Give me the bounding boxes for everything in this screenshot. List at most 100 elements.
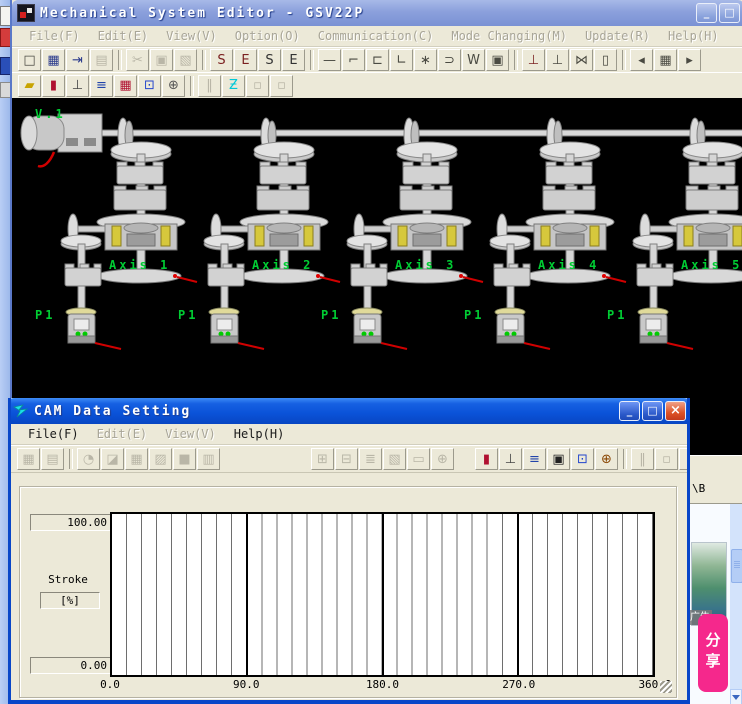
grid-view-button[interactable]: ▦ — [654, 49, 677, 71]
unit-icon: ‖ — [639, 453, 646, 466]
menu-item-option[interactable]: Option(O) — [226, 28, 309, 44]
toolbar-separator — [623, 449, 627, 469]
main-titlebar[interactable]: Mechanical System Editor - GSV22P _ □ — [12, 0, 742, 26]
print-button[interactable]: ▤ — [90, 49, 113, 71]
insert-end-button[interactable]: E — [234, 49, 257, 71]
resize-grip[interactable] — [660, 681, 672, 693]
copy-icon: ▣ — [155, 54, 167, 67]
cam-minimize-button[interactable]: _ — [619, 401, 640, 421]
browser-scrollbar[interactable] — [730, 504, 742, 704]
data-book-button[interactable]: ▮ — [475, 448, 498, 470]
bend-up-button[interactable]: ⊃ — [438, 49, 461, 71]
paste-button[interactable]: ▧ — [174, 49, 197, 71]
block-button[interactable]: ▣ — [486, 49, 509, 71]
scrollbar-thumb[interactable] — [731, 549, 742, 583]
tool-icon: ⊕ — [437, 453, 448, 466]
gear-button[interactable]: ∗ — [414, 49, 437, 71]
minimize-button[interactable]: _ — [696, 3, 717, 23]
save-shift-icon: ⇥ — [72, 54, 83, 67]
new-button[interactable]: □ — [18, 49, 41, 71]
menu-item-edit[interactable]: Edit(E) — [88, 426, 157, 442]
menu-item-view[interactable]: View(V) — [156, 426, 225, 442]
straight-shaft-button[interactable]: — — [318, 49, 341, 71]
box2-button[interactable]: ▫ — [679, 448, 690, 470]
cam-maximize-button[interactable]: □ — [642, 401, 663, 421]
edit-curve-button[interactable]: ⊟ — [335, 448, 358, 470]
cam-close-button[interactable]: × — [665, 401, 686, 421]
unit-start-button[interactable]: S — [258, 49, 281, 71]
bend-right-button[interactable]: ∟ — [390, 49, 413, 71]
menu-item-help[interactable]: Help(H) — [225, 426, 294, 442]
cam-data-button[interactable]: ⊥ — [66, 75, 89, 97]
frame-button[interactable]: ▭ — [407, 448, 430, 470]
settings-wrench-icon: ⊕ — [168, 79, 179, 92]
p-label-3: P1 — [321, 308, 341, 322]
select-all-button[interactable]: ▫ — [270, 75, 293, 97]
menu-item-communication[interactable]: Communication(C) — [309, 28, 443, 44]
insert-start-button[interactable]: S — [210, 49, 233, 71]
copy-curve-button[interactable]: ⊞ — [311, 448, 334, 470]
menu-item-view[interactable]: View(V) — [157, 28, 226, 44]
grid-button[interactable]: ▦ — [125, 448, 148, 470]
data-book-button[interactable]: ▮ — [42, 75, 65, 97]
unit-button[interactable]: ‖ — [631, 448, 654, 470]
menu-item-help[interactable]: Help(H) — [659, 28, 728, 44]
menu-item-file[interactable]: File(F) — [20, 28, 89, 44]
bolt-button[interactable]: Ƶ — [222, 75, 245, 97]
valve-icon: ⋈ — [575, 54, 588, 67]
menu-item-file[interactable]: File(F) — [19, 426, 88, 442]
scrollbar-down-arrow[interactable] — [730, 689, 742, 704]
pattern-button[interactable]: ▨ — [149, 448, 172, 470]
select-area-button[interactable]: ▫ — [246, 75, 269, 97]
cam-output-marked-button[interactable]: ⊥ — [522, 49, 545, 71]
valve-button[interactable]: ⋈ — [570, 49, 593, 71]
cam-button[interactable]: ⊥ — [499, 448, 522, 470]
wrench-button[interactable]: ⊕ — [595, 448, 618, 470]
box1-button[interactable]: ▫ — [655, 448, 678, 470]
settings-wrench-button[interactable]: ⊕ — [162, 75, 185, 97]
draw-button[interactable]: ◪ — [101, 448, 124, 470]
toolbar-separator — [202, 50, 206, 70]
next-button[interactable]: ▸ — [678, 49, 701, 71]
prev-button[interactable]: ◂ — [630, 49, 653, 71]
monitor-button[interactable]: ⊡ — [138, 75, 161, 97]
cam-data-setting-window: CAM Data Setting _ □ × File(F)Edit(E)Vie… — [8, 398, 690, 704]
list-button[interactable]: ≣ — [359, 448, 382, 470]
prev-icon: ◂ — [638, 54, 645, 67]
share-button[interactable]: 分享 — [698, 614, 728, 692]
cam-plot-area[interactable] — [110, 512, 655, 677]
worm-button[interactable]: W — [462, 49, 485, 71]
cut-button[interactable]: ✂ — [126, 49, 149, 71]
menu-item-update[interactable]: Update(R) — [576, 28, 659, 44]
save-button[interactable]: ▦ — [17, 448, 40, 470]
print-icon: ▤ — [95, 54, 107, 67]
menu-item-mode-changing[interactable]: Mode Changing(M) — [442, 28, 576, 44]
print-button[interactable]: ▤ — [41, 448, 64, 470]
book-button[interactable]: ▯ — [594, 49, 617, 71]
maximize-button[interactable]: □ — [719, 3, 740, 23]
pie-button[interactable]: ◔ — [77, 448, 100, 470]
tool-button[interactable]: ⊕ — [431, 448, 454, 470]
graph-button[interactable]: ▣ — [547, 448, 570, 470]
save-button[interactable]: ▦ — [42, 49, 65, 71]
cam-output-button[interactable]: ⊥ — [546, 49, 569, 71]
menu-item-edit[interactable]: Edit(E) — [89, 28, 158, 44]
tree-list-button[interactable]: ≡ — [90, 75, 113, 97]
p-label-5: P1 — [607, 308, 627, 322]
copy-button[interactable]: ▣ — [150, 49, 173, 71]
cam-titlebar[interactable]: CAM Data Setting _ □ × — [8, 398, 690, 424]
monitor-button[interactable]: ⊡ — [571, 448, 594, 470]
bend-cross-button[interactable]: ⊏ — [366, 49, 389, 71]
area-button[interactable]: ▧ — [383, 448, 406, 470]
bend-left-button[interactable]: ⌐ — [342, 49, 365, 71]
main-window: Mechanical System Editor - GSV22P _ □ Fi… — [10, 0, 742, 456]
open-project-button[interactable]: ▰ — [18, 75, 41, 97]
unit-view-button[interactable]: ‖ — [198, 75, 221, 97]
save-shift-button[interactable]: ⇥ — [66, 49, 89, 71]
fill-button[interactable]: ■ — [173, 448, 196, 470]
table-button[interactable]: ▥ — [197, 448, 220, 470]
unit-end-button[interactable]: E — [282, 49, 305, 71]
save-all-button[interactable]: ▦ — [114, 75, 137, 97]
sequence-button[interactable]: ≡ — [523, 448, 546, 470]
axis-label-3: Axis 3 — [395, 258, 456, 272]
